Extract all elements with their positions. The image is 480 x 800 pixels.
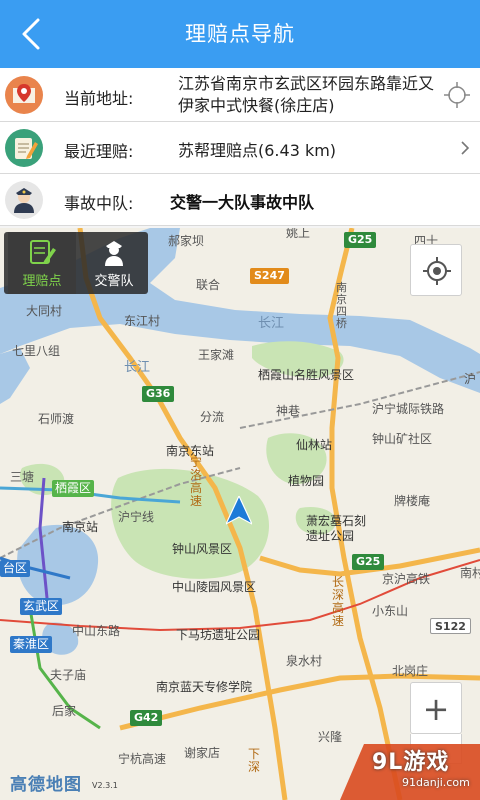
tab-police-stations[interactable]: 交警队: [80, 232, 148, 294]
nearest-claim-label: 最近理赔:: [64, 142, 134, 161]
map-label: 石师渡: [38, 412, 75, 426]
map-label: 中山东路: [72, 624, 121, 638]
highway-badge: G42: [130, 710, 163, 726]
map-label: 三塘: [10, 470, 35, 484]
map-label: 夫子庙: [50, 668, 87, 682]
map-label: 小东山: [372, 604, 409, 618]
map-label: 联合: [196, 278, 221, 292]
accident-team-label: 事故中队:: [64, 194, 134, 213]
map-label: 下深: [248, 747, 261, 774]
map-label: 南京蓝天专修学院: [156, 680, 253, 694]
crosshair-icon: [423, 257, 451, 285]
map-label: 泉水村: [286, 654, 323, 668]
map-label: 南京四桥: [336, 281, 347, 330]
page-title: 理赔点导航: [185, 22, 295, 46]
tab-label: 交警队: [94, 274, 134, 289]
map-label: 姚上: [286, 228, 311, 240]
map-label: 长江: [258, 316, 285, 331]
map-provider-logo: 高德地图: [10, 775, 82, 795]
map-label: 神巷: [276, 404, 301, 418]
map-label: 北岗庄: [392, 664, 429, 678]
poi-filter-panel: 理赔点 交警队: [4, 232, 148, 294]
map-label: 下马坊遗址公园: [176, 628, 261, 642]
map-label: 沪: [464, 372, 477, 386]
highway-badge: G25: [352, 554, 385, 570]
metro-label: 台区: [0, 560, 31, 577]
accident-team-row: 事故中队: 交警一大队事故中队: [0, 174, 480, 226]
current-address-label: 当前地址:: [64, 89, 134, 108]
metro-label: 栖霞区: [52, 480, 95, 497]
map-label: 宁杭高速: [118, 752, 167, 766]
map-label: 大同村: [26, 304, 63, 318]
map-version: V2.3.1: [92, 781, 118, 790]
zoom-in-button[interactable]: +: [410, 682, 462, 734]
map-label: 谢家店: [184, 746, 221, 760]
accident-team-value: 交警一大队事故中队: [170, 193, 315, 212]
map-label: 南京站: [62, 520, 99, 534]
nearest-claim-row[interactable]: 最近理赔: 苏帮理赔点(6.43 km): [0, 122, 480, 174]
map-label: 沪宁城际铁路: [372, 402, 445, 416]
map-label: 植物园: [288, 474, 325, 488]
map-label: 王家滩: [198, 348, 235, 362]
chevron-right-icon: [461, 141, 470, 155]
map-label: 萧宏墓石刻遗址公园: [306, 514, 367, 543]
plus-icon: +: [422, 690, 450, 728]
locate-me-button[interactable]: [410, 244, 462, 296]
map-label: 分流: [200, 410, 225, 424]
map-label: 栖霞山名胜风景区: [258, 368, 355, 382]
map-label: 宁洛高速: [190, 455, 203, 508]
map-pin-icon: [5, 76, 43, 114]
map-label: 牌楼庵: [394, 494, 431, 508]
metro-label: 秦淮区: [10, 636, 53, 653]
map-label: 东江村: [124, 314, 161, 328]
map-label: 长江: [124, 360, 151, 375]
claim-notepad-icon: [30, 240, 56, 264]
police-officer-icon: [5, 181, 43, 219]
highway-badge: G25: [344, 232, 377, 248]
map-label: 后家: [52, 704, 77, 718]
highway-badge: S122: [430, 618, 471, 634]
map-label: 南村: [460, 566, 480, 580]
highway-badge: G36: [142, 386, 175, 402]
current-address-value: 江苏省南京市玄武区环园东路靠近又伊家中式快餐(徐庄店): [178, 74, 435, 115]
map-label: 钟山风景区: [172, 542, 233, 556]
map-label: 中山陵园风景区: [172, 580, 257, 594]
map-label: 京沪高铁: [382, 572, 431, 586]
relocate-icon[interactable]: [444, 82, 470, 108]
current-location-arrow-icon: [226, 496, 252, 525]
metro-label: 玄武区: [20, 598, 63, 615]
map-label: 沪宁线: [118, 510, 155, 524]
police-officer-icon: [105, 241, 123, 266]
nearest-claim-value: 苏帮理赔点(6.43 km): [178, 141, 337, 160]
watermark-brand: 9L游戏: [372, 750, 450, 775]
map-label: 仙林站: [296, 438, 333, 452]
tab-claim-points[interactable]: 理赔点: [8, 232, 76, 294]
map-label: 长深高速: [332, 575, 345, 628]
map-label: 钟山矿社区: [372, 432, 433, 446]
tab-label: 理赔点: [22, 274, 62, 289]
current-address-row: 当前地址: 江苏省南京市玄武区环园东路靠近又伊家中式快餐(徐庄店): [0, 68, 480, 122]
map-label: 郝家坝: [168, 234, 205, 248]
watermark-url: 91danji.com: [402, 776, 470, 789]
highway-badge: S247: [250, 268, 289, 284]
map-label: 七里八组: [12, 344, 61, 358]
info-panel: 当前地址: 江苏省南京市玄武区环园东路靠近又伊家中式快餐(徐庄店) 最近理赔: …: [0, 68, 480, 226]
site-watermark: 9L游戏 91danji.com: [330, 736, 480, 800]
app-header: 理赔点导航: [0, 0, 480, 68]
notepad-icon: [5, 129, 43, 167]
map-view[interactable]: 郝家坝 姚上 四十 联合 大同村 东江村 七里八组 长江 长江 南京四桥 王家滩…: [0, 228, 480, 800]
